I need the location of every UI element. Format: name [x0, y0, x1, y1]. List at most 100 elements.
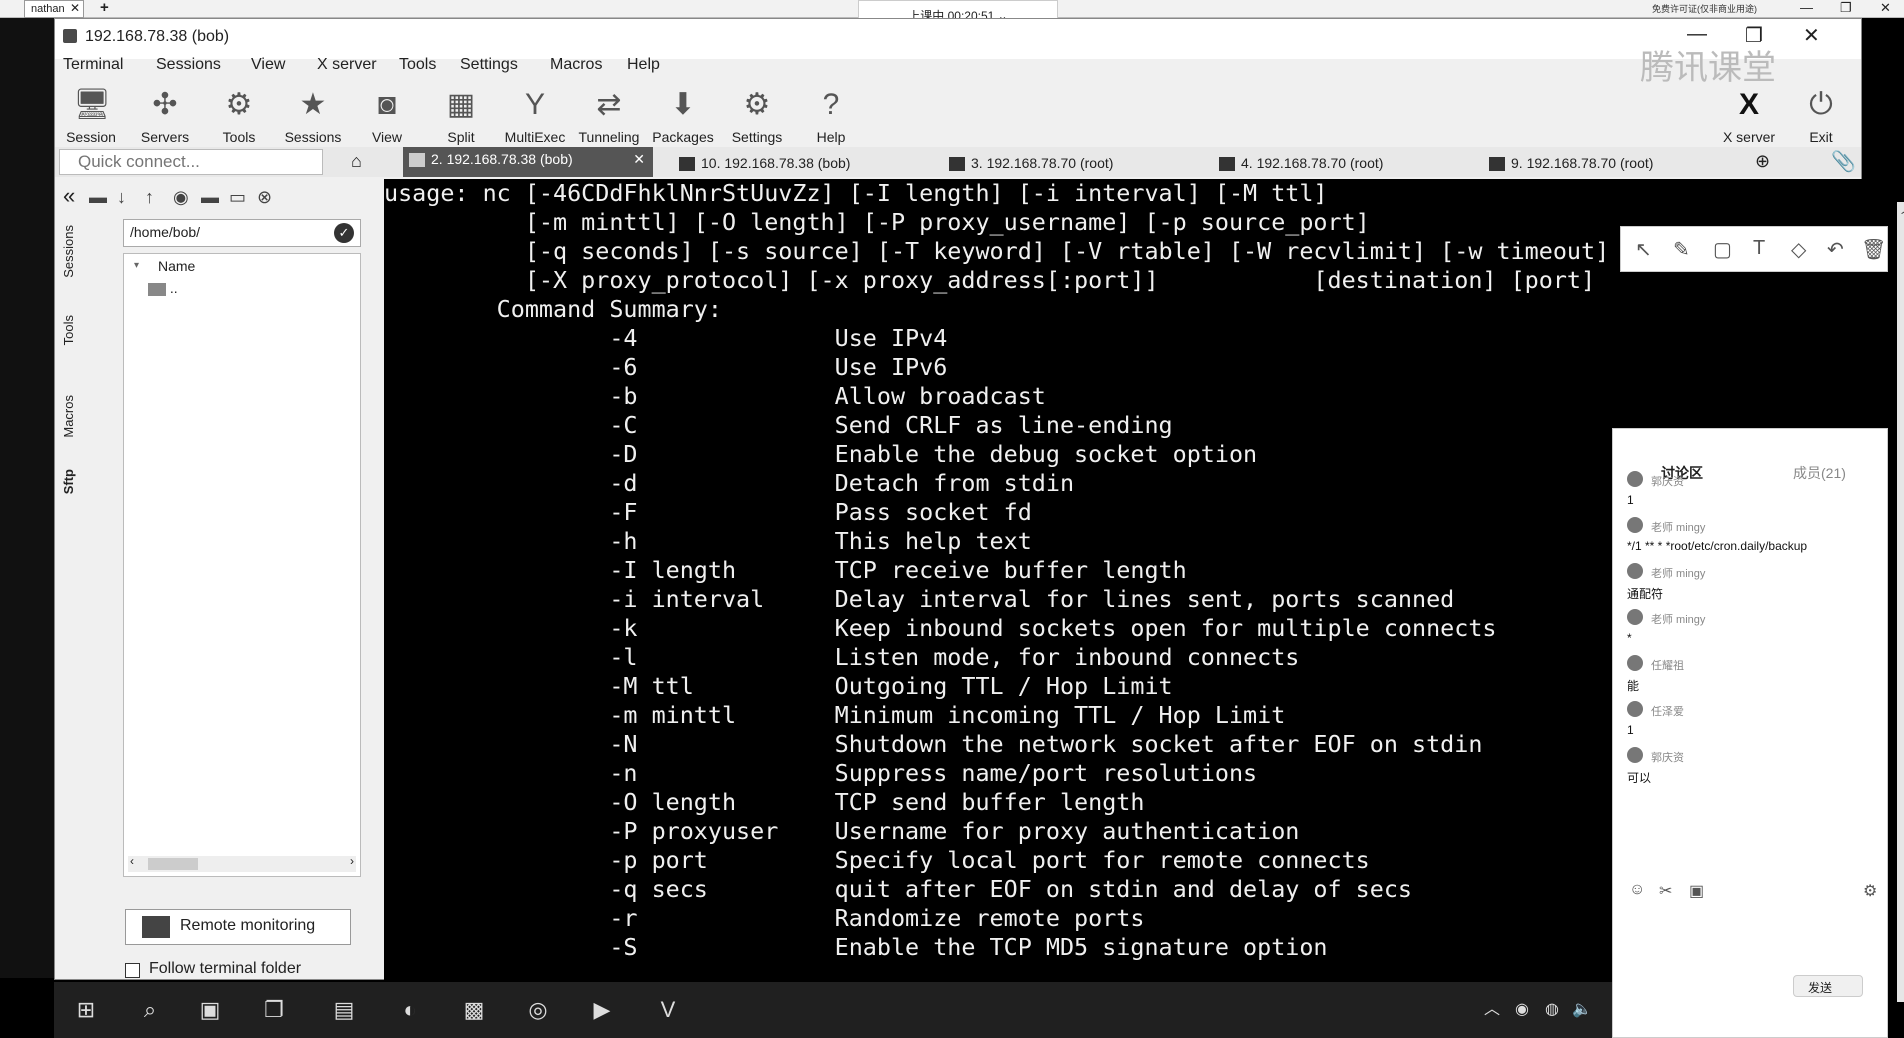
- pen-icon[interactable]: ✎: [1673, 237, 1690, 262]
- toolbar-servers[interactable]: ✣ Servers: [129, 83, 201, 145]
- upload-icon[interactable]: ↑: [145, 187, 167, 209]
- delete-icon[interactable]: ⊗: [257, 187, 279, 209]
- list-item[interactable]: ..: [148, 280, 348, 300]
- menu-tools[interactable]: Tools: [399, 56, 436, 74]
- restore-icon[interactable]: ❐: [1840, 0, 1852, 16]
- browser-icon[interactable]: ◐: [392, 992, 428, 1028]
- tab-members[interactable]: 成员(21): [1793, 463, 1846, 483]
- toolbar-tools[interactable]: ⚙ Tools: [203, 83, 275, 145]
- minimize-icon[interactable]: —: [1800, 0, 1813, 15]
- eraser-icon[interactable]: ◇: [1791, 237, 1806, 262]
- toolbar-exit[interactable]: ⏻ Exit: [1785, 83, 1857, 145]
- tab-session-10[interactable]: 10. 192.168.78.38 (bob): [673, 151, 850, 177]
- close-tab-icon[interactable]: ✕: [633, 151, 645, 168]
- app-viewer-icon[interactable]: ▣: [192, 992, 228, 1028]
- menu-terminal[interactable]: Terminal: [63, 56, 123, 74]
- app-icon[interactable]: ▩: [456, 992, 492, 1028]
- check-icon[interactable]: ✓: [334, 223, 354, 243]
- tab-session-3[interactable]: 3. 192.168.78.70 (root): [943, 151, 1113, 177]
- terminal-scrollbar[interactable]: ︿: [1897, 202, 1904, 1002]
- chat-text: 1: [1627, 493, 1634, 507]
- folder-icon[interactable]: ▬: [89, 187, 111, 209]
- download-icon[interactable]: ↓: [117, 187, 139, 209]
- vtab-tools[interactable]: Tools: [61, 315, 76, 345]
- toolbar-xserver[interactable]: X X server: [1713, 83, 1785, 145]
- follow-folder-label: Follow terminal folder: [149, 960, 302, 977]
- toolbar-settings[interactable]: ⚙ Settings: [721, 83, 793, 145]
- menu-sessions[interactable]: Sessions: [156, 56, 221, 74]
- vtab-sftp[interactable]: Sftp: [61, 469, 76, 494]
- volume-icon[interactable]: 🔈: [1564, 992, 1600, 1028]
- text-icon[interactable]: T: [1753, 237, 1765, 260]
- toolbar-tunneling[interactable]: ⇄ Tunneling: [573, 83, 645, 145]
- close-window-icon[interactable]: ✕: [1880, 0, 1891, 16]
- rectangle-icon[interactable]: ▢: [1713, 237, 1732, 262]
- send-button[interactable]: 发送: [1793, 975, 1863, 997]
- avatar: [1627, 701, 1643, 717]
- scroll-left-icon[interactable]: ‹: [130, 854, 134, 868]
- tab-session-9[interactable]: 9. 192.168.78.70 (root): [1483, 151, 1653, 177]
- home-icon[interactable]: ⌂: [351, 151, 362, 172]
- menu-xserver[interactable]: X server: [317, 56, 377, 74]
- vmware-icon[interactable]: V: [650, 992, 686, 1028]
- toolbar-split[interactable]: ▦ Split: [425, 83, 497, 145]
- scissors-icon[interactable]: ✂: [1659, 881, 1672, 901]
- sftp-panel: ▬ ↓ ↑ ◉ ▬ ▭ ⊗ /home/bob/✓ ▾ Name .. ‹ › …: [89, 179, 361, 978]
- settings-icon[interactable]: ⚙: [1863, 881, 1877, 901]
- file-list[interactable]: ▾ Name .. ‹ ›: [123, 253, 361, 877]
- tab-session-2[interactable]: 2. 192.168.78.38 (bob) ✕: [403, 147, 653, 177]
- menu-macros[interactable]: Macros: [550, 56, 602, 74]
- follow-terminal-folder-checkbox[interactable]: Follow terminal folder: [123, 955, 363, 985]
- terminal-tab-icon: [949, 157, 965, 171]
- sort-icon[interactable]: ▾: [134, 260, 139, 271]
- toolbar-view[interactable]: ◙ View: [351, 83, 423, 145]
- remote-monitoring-button[interactable]: Remote monitoring: [125, 909, 351, 945]
- file-icon[interactable]: ▭: [229, 187, 251, 209]
- add-tab-icon[interactable]: +: [100, 0, 109, 16]
- menu-help[interactable]: Help: [627, 56, 660, 74]
- trash-icon[interactable]: 🗑: [1861, 237, 1886, 262]
- tab-label: 2. 192.168.78.38 (bob): [431, 151, 573, 167]
- scroll-thumb[interactable]: [148, 858, 198, 870]
- collapse-icon[interactable]: «: [63, 183, 75, 209]
- vtab-macros[interactable]: Macros: [61, 395, 76, 438]
- left-background: [0, 18, 54, 978]
- search-icon[interactable]: ⌕: [132, 992, 168, 1028]
- refresh-icon[interactable]: ◉: [173, 187, 195, 209]
- undo-icon[interactable]: ↶: [1827, 237, 1844, 262]
- terminal-line: usage: nc [-46CDdFhklNnrStUuvZz] [-I len…: [384, 179, 1328, 207]
- folder-up-icon: [148, 282, 166, 296]
- close-window-button[interactable]: ✕: [1803, 23, 1820, 48]
- column-name-header[interactable]: Name: [158, 258, 195, 274]
- close-icon[interactable]: ✕: [70, 1, 80, 15]
- image-icon[interactable]: ▣: [1689, 881, 1704, 901]
- chat-author: 老师 mingy: [1651, 568, 1706, 580]
- new-folder-icon[interactable]: ▬: [201, 187, 223, 209]
- toolbar-multiexec[interactable]: Y MultiExec: [499, 83, 571, 145]
- checkbox[interactable]: [125, 963, 140, 978]
- horizontal-scrollbar[interactable]: ‹ ›: [128, 854, 356, 872]
- toolbar-session[interactable]: 🖥 Session: [55, 83, 127, 145]
- emoji-icon[interactable]: ☺: [1629, 881, 1645, 899]
- scroll-right-icon[interactable]: ›: [350, 854, 354, 868]
- file-explorer-icon[interactable]: ▤: [326, 992, 362, 1028]
- attach-icon[interactable]: 📎: [1831, 149, 1856, 174]
- pointer-icon[interactable]: ↖: [1635, 237, 1652, 262]
- terminal-app-icon[interactable]: ▶: [584, 992, 620, 1028]
- chat-text: 1: [1627, 723, 1634, 737]
- path-input[interactable]: /home/bob/ ✓: [123, 219, 361, 247]
- toolbar-packages[interactable]: ⬇ Packages: [647, 83, 719, 145]
- media-icon[interactable]: ◎: [520, 992, 556, 1028]
- tab-session-4[interactable]: 4. 192.168.78.70 (root): [1213, 151, 1383, 177]
- menu-view[interactable]: View: [251, 56, 285, 74]
- vtab-sessions[interactable]: Sessions: [61, 225, 76, 278]
- chat-author: 任耀祖: [1651, 660, 1684, 672]
- toolbar-sessions[interactable]: ★ Sessions: [277, 83, 349, 145]
- task-view-icon[interactable]: ❐: [256, 992, 292, 1028]
- windows-start-icon[interactable]: ⊞: [68, 992, 104, 1028]
- menu-settings[interactable]: Settings: [460, 56, 518, 74]
- toolbar-help[interactable]: ? Help: [795, 83, 867, 145]
- new-tab-icon[interactable]: ⊕: [1755, 151, 1770, 172]
- quick-connect-input[interactable]: [59, 149, 323, 175]
- avatar: [1627, 747, 1643, 763]
